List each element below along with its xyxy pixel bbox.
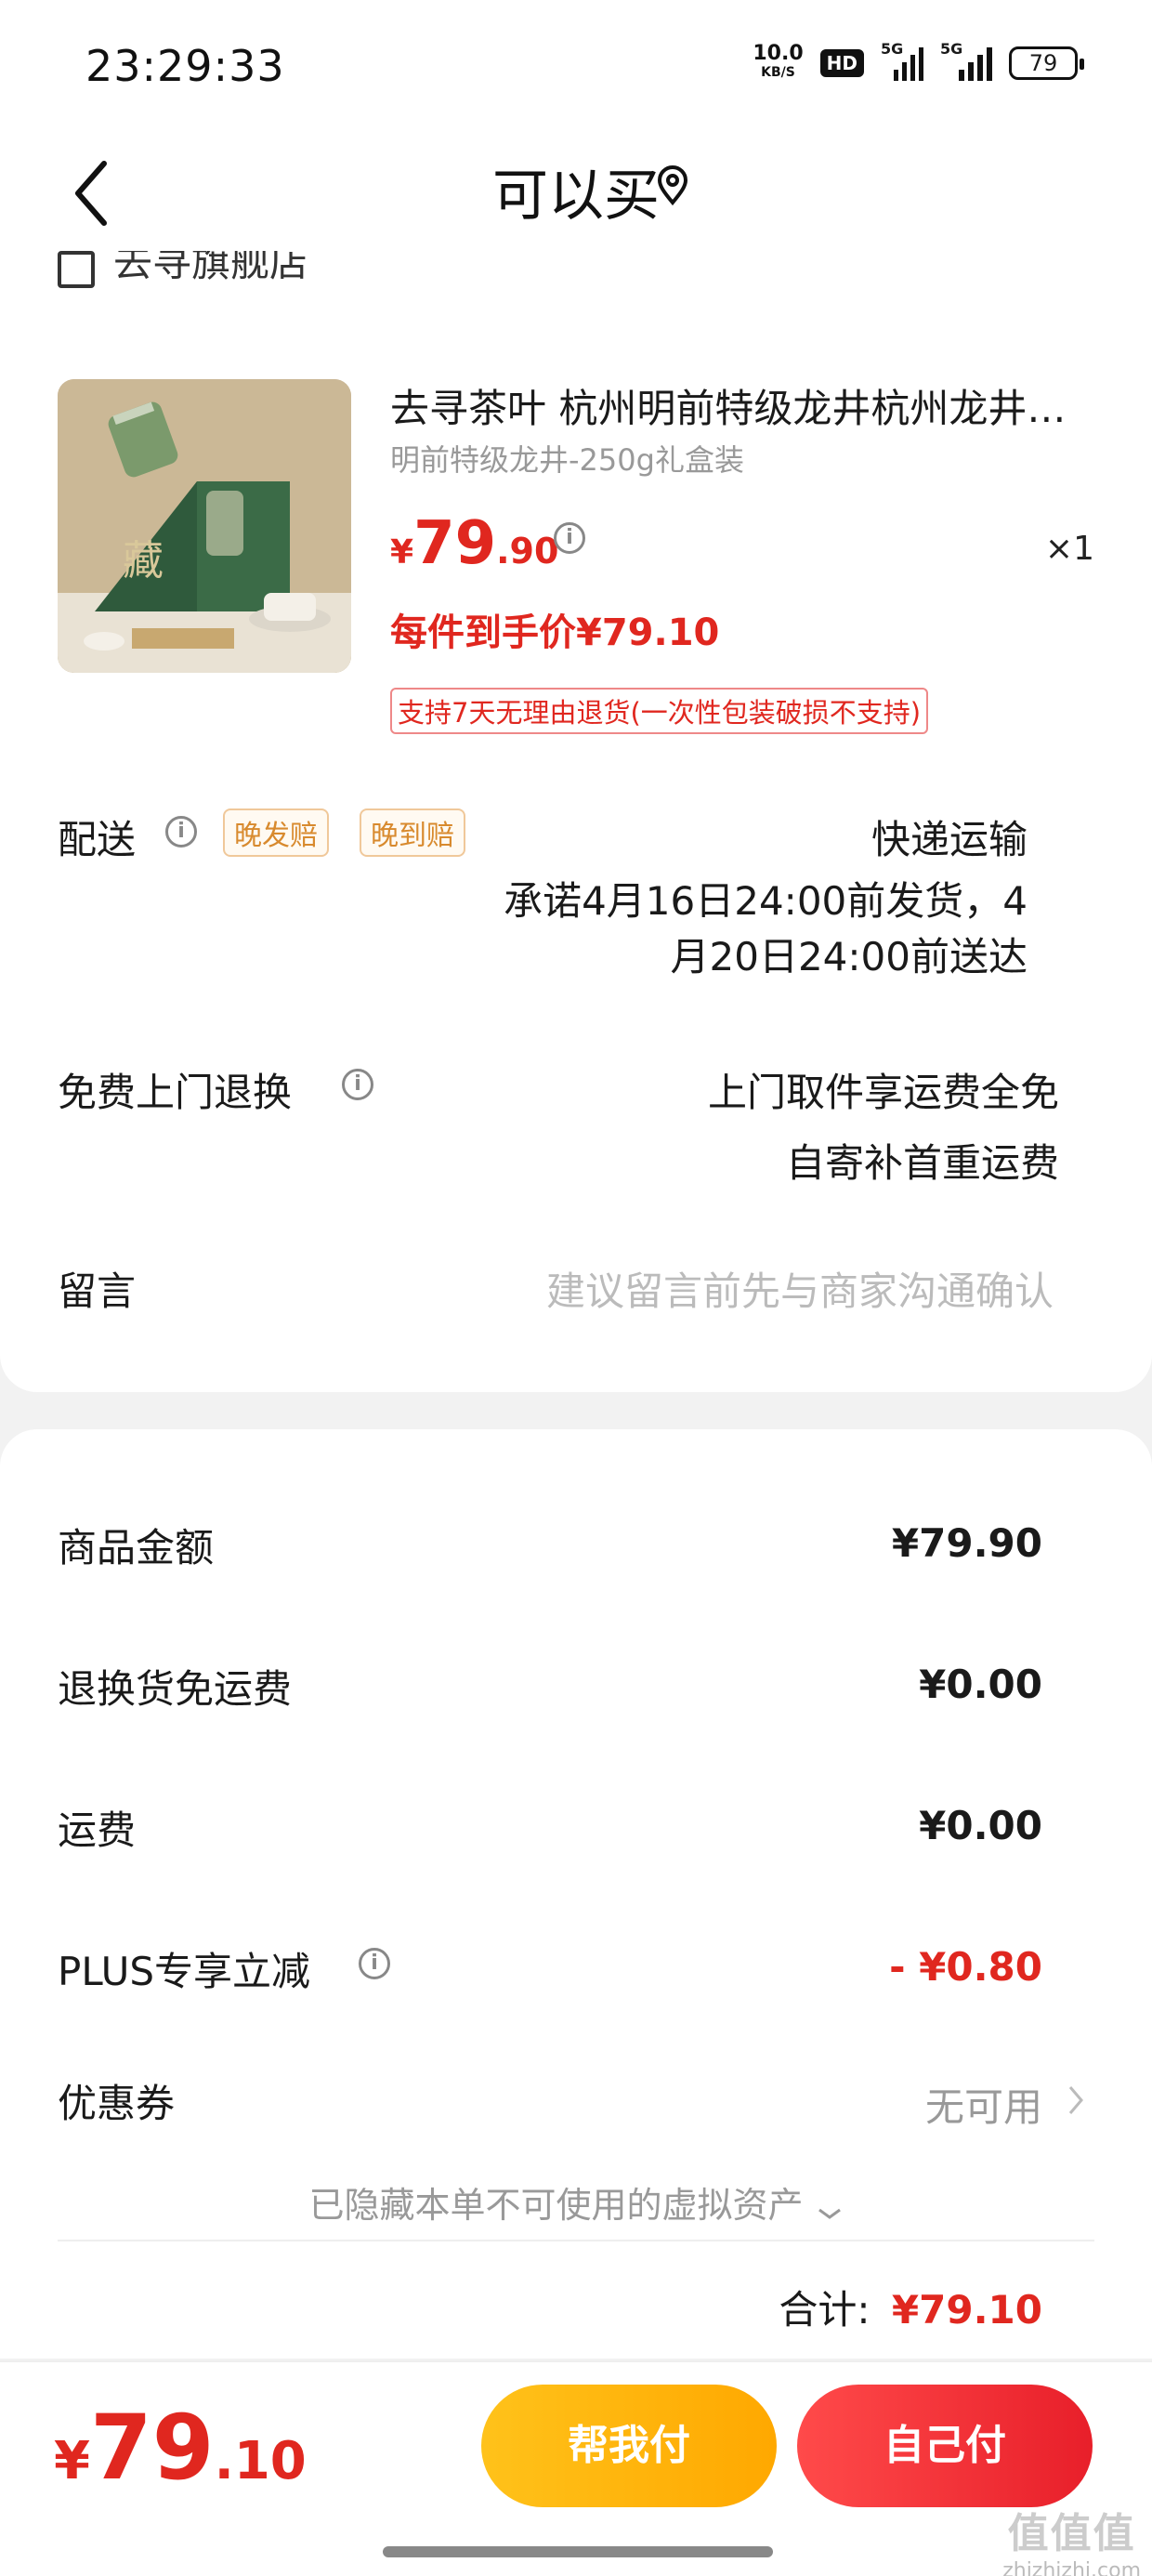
help-pay-button[interactable]: 帮我付 [481, 2385, 777, 2507]
late-ship-tag: 晚发赔 [223, 808, 329, 857]
return-shipping-value: ¥0.00 [919, 1662, 1042, 1707]
chevron-right-icon [1068, 2086, 1083, 2114]
svg-text:藏: 藏 [123, 537, 164, 585]
delivery-label: 配送 [58, 817, 137, 862]
checkout-bar: ¥79.10 帮我付 自己付 [0, 2360, 1152, 2576]
product-spec: 明前特级龙井-250g礼盒装 [390, 442, 744, 478]
product-image[interactable]: 藏 [58, 379, 351, 673]
watermark-site: zhizhizhi.com [1002, 2559, 1141, 2576]
signal-icon-2: 5G [940, 40, 992, 81]
status-icons: 10.0 KB/S HD 5G 5G 79 [753, 40, 1084, 82]
checkout-price: ¥79.10 [54, 2396, 307, 2500]
late-arrival-tag: 晚到赔 [360, 808, 465, 857]
signal-label-2: 5G [940, 40, 963, 58]
self-pay-button[interactable]: 自己付 [797, 2385, 1093, 2507]
return-shipping-label: 退换货免运费 [58, 1666, 293, 1712]
plus-discount-label: PLUS专享立减 [58, 1949, 311, 1994]
chevron-down-icon [818, 2208, 841, 2219]
checkout-price-symbol: ¥ [54, 2431, 90, 2491]
return-shipping-row: 退换货免运费 ¥0.00 [58, 1658, 1042, 1714]
net-speed-value: 10.0 [753, 42, 804, 65]
shipping-value: ¥0.00 [919, 1803, 1042, 1848]
plus-info-icon[interactable]: i [359, 1948, 390, 1979]
page-title: 可以买 [492, 164, 660, 229]
price-info-icon[interactable]: i [554, 522, 585, 554]
goods-amount-value: ¥79.90 [891, 1520, 1042, 1566]
signal-label: 5G [881, 40, 904, 58]
shipping-label: 运费 [58, 1807, 137, 1853]
price-integer: 79 [413, 509, 497, 578]
message-label: 留言 [58, 1268, 137, 1314]
delivery-promise-line1: 承诺4月16日24:00前发货，4 [504, 878, 1028, 924]
goods-amount-label: 商品金额 [58, 1525, 215, 1571]
checkout-price-integer: 79 [89, 2396, 215, 2500]
product-quantity: ×1 [1044, 530, 1094, 568]
free-return-line1: 上门取件享运费全免 [707, 1070, 1059, 1115]
delivery-info-icon[interactable]: i [165, 816, 197, 848]
total-row: 合计: ¥79.10 [779, 2279, 1042, 2335]
home-indicator[interactable] [383, 2546, 773, 2557]
coupon-label: 优惠券 [58, 2081, 176, 2126]
watermark-logo: 值值值 [1007, 2510, 1136, 2557]
store-icon [58, 251, 95, 288]
shipping-row: 运费 ¥0.00 [58, 1799, 1042, 1855]
free-return-label: 免费上门退换 [58, 1070, 293, 1115]
goods-amount-row: 商品金额 ¥79.90 [58, 1517, 1042, 1572]
plus-discount-value: - ¥0.80 [889, 1944, 1042, 1990]
status-bar: 23:29:33 10.0 KB/S HD 5G 5G 79 [0, 0, 1152, 130]
price-decimal: .90 [496, 531, 559, 572]
divider [58, 2240, 1094, 2241]
price-symbol: ¥ [390, 533, 414, 572]
checkout-price-decimal: .10 [214, 2431, 307, 2491]
total-value: ¥79.10 [891, 2287, 1042, 2333]
message-input[interactable]: 建议留言前先与商家沟通确认 [546, 1260, 1054, 1317]
shop-name: 去寻旗舰店 [113, 251, 309, 285]
order-card: 去寻旗舰店 藏 去寻茶叶 杭州明前特级龙井杭州龙井茶叶绿茶 明前特级龙井-250… [0, 251, 1152, 1392]
return-policy-badge: 支持7天无理由退货(一次性包装破损不支持) [390, 688, 929, 734]
product-price: ¥79.90 i [390, 509, 585, 578]
status-time: 23:29:33 [85, 41, 285, 91]
free-return-info-icon[interactable]: i [342, 1069, 373, 1100]
plus-discount-row: PLUS专享立减 i - ¥0.80 [58, 1940, 1042, 1996]
net-speed: 10.0 KB/S [753, 42, 804, 82]
coupon-row[interactable]: 优惠券 无可用 [58, 2072, 1087, 2130]
hd-icon: HD [819, 49, 864, 77]
tea-box-illustration: 藏 [58, 379, 351, 673]
signal-icon: 5G [881, 40, 923, 81]
location-pin-icon[interactable] [656, 165, 689, 206]
shop-row[interactable]: 去寻旗舰店 [58, 251, 308, 288]
delivery-method[interactable]: 快递运输 [871, 808, 1028, 865]
coupon-value: 无可用 [924, 2084, 1042, 2130]
product-title[interactable]: 去寻茶叶 杭州明前特级龙井杭州龙井茶叶绿茶 [390, 377, 1096, 434]
hidden-assets-text: 已隐藏本单不可使用的虚拟资产 [308, 2185, 804, 2226]
free-return-line2: 自寄补首重运费 [785, 1140, 1059, 1186]
unit-price: 每件到手价¥79.10 [390, 611, 720, 654]
hidden-assets-toggle[interactable]: 已隐藏本单不可使用的虚拟资产 [0, 2176, 1152, 2228]
battery-icon: 79 [1009, 46, 1084, 80]
nav-bar: 可以买 [0, 130, 1152, 251]
watermark: 值值值 zhizhizhi.com [1002, 2500, 1141, 2576]
net-speed-unit: KB/S [761, 65, 795, 80]
total-label: 合计: [779, 2287, 871, 2333]
delivery-promise-line2: 月20日24:00前送达 [670, 934, 1028, 979]
